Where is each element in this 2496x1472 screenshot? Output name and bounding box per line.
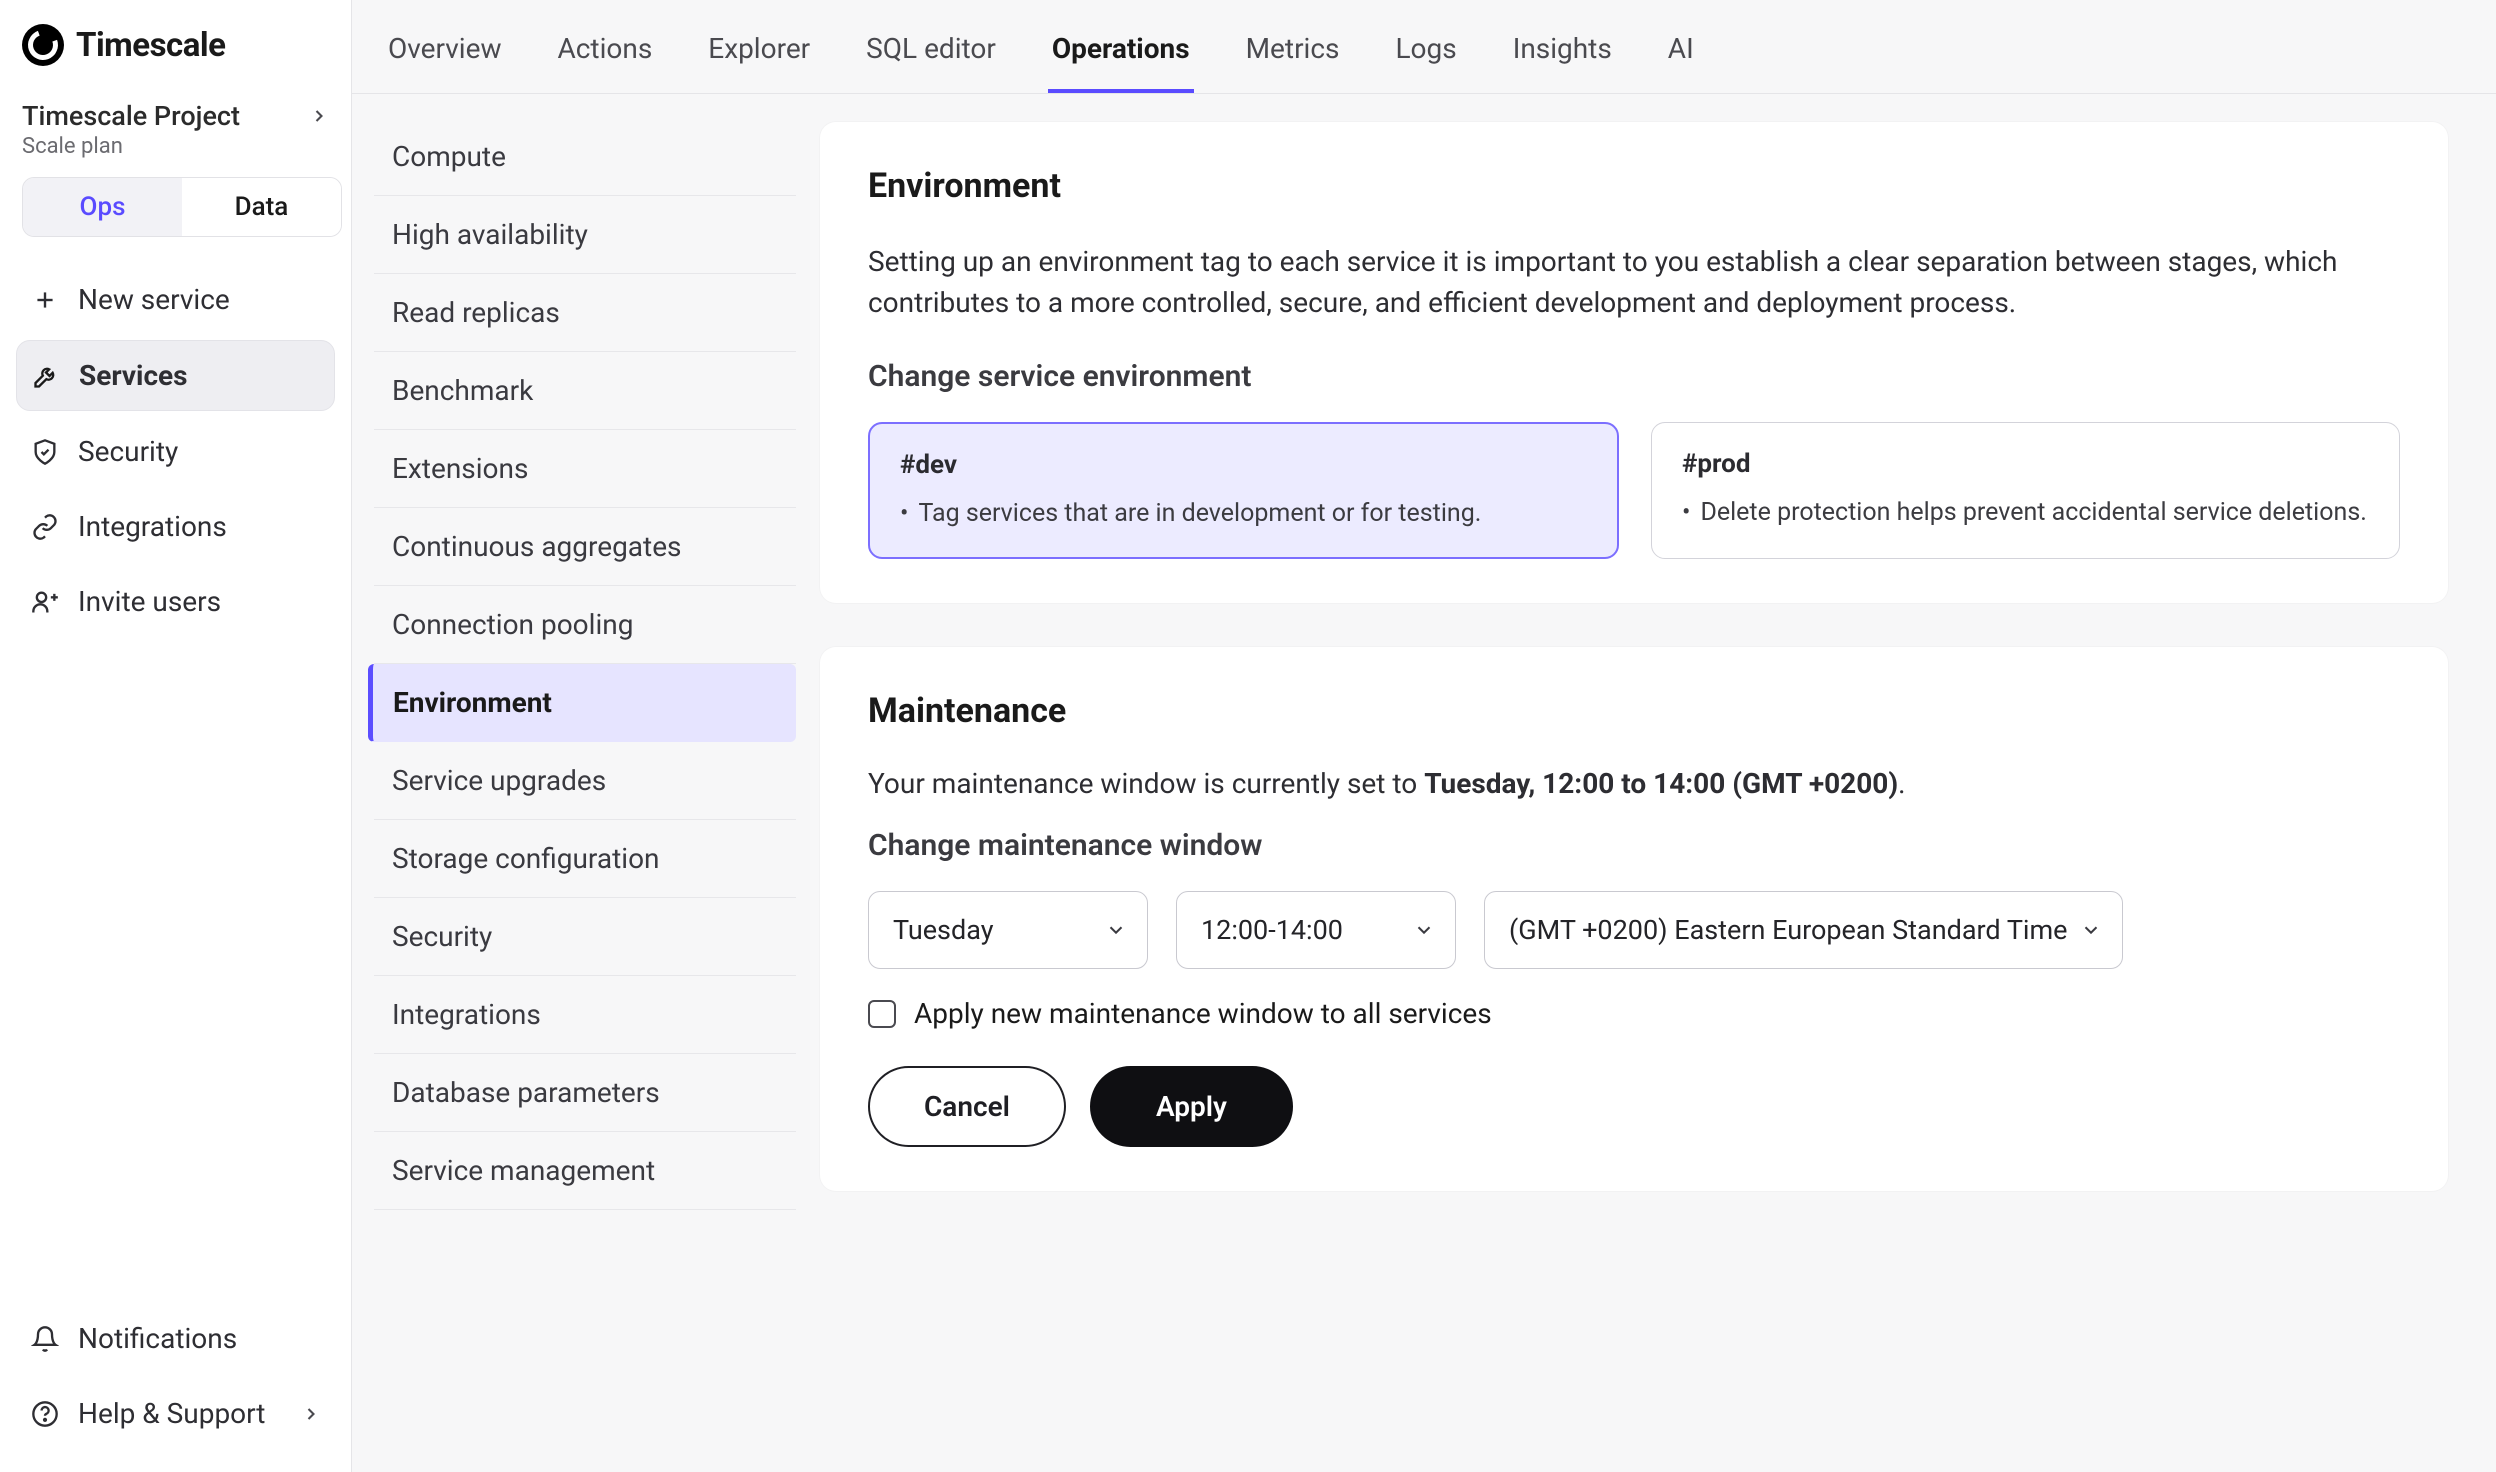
brand-logo-icon bbox=[22, 24, 64, 66]
link-icon bbox=[30, 512, 60, 542]
mode-toggle: Ops Data bbox=[22, 177, 342, 237]
sidebar: Timescale Timescale Project Scale plan O… bbox=[0, 0, 352, 1472]
chevron-down-icon bbox=[2080, 919, 2102, 941]
environment-card: Environment Setting up an environment ta… bbox=[820, 122, 2448, 603]
sidebar-item-services[interactable]: Services bbox=[16, 340, 335, 411]
subnav-benchmark[interactable]: Benchmark bbox=[374, 352, 796, 430]
brand: Timescale bbox=[16, 24, 335, 94]
new-service-label: New service bbox=[78, 283, 230, 316]
change-environment-heading: Change service environment bbox=[868, 359, 2400, 394]
tab-logs[interactable]: Logs bbox=[1391, 22, 1460, 93]
project-name: Timescale Project bbox=[22, 100, 240, 132]
env-dev-desc: Tag services that are in development or … bbox=[900, 496, 1587, 531]
tab-overview[interactable]: Overview bbox=[384, 22, 506, 93]
tab-operations[interactable]: Operations bbox=[1048, 22, 1194, 93]
tab-sql-editor[interactable]: SQL editor bbox=[862, 22, 1000, 93]
maintenance-heading: Maintenance bbox=[868, 691, 2400, 731]
brand-name: Timescale bbox=[76, 26, 225, 65]
tabs: Overview Actions Explorer SQL editor Ope… bbox=[352, 0, 2496, 94]
bell-icon bbox=[30, 1324, 60, 1354]
change-maintenance-heading: Change maintenance window bbox=[868, 828, 2400, 863]
environment-description: Setting up an environment tag to each se… bbox=[868, 242, 2400, 323]
maintenance-current-prefix: Your maintenance window is currently set… bbox=[868, 767, 1424, 800]
mode-ops-button[interactable]: Ops bbox=[23, 178, 182, 236]
tab-actions[interactable]: Actions bbox=[554, 22, 657, 93]
maintenance-card: Maintenance Your maintenance window is c… bbox=[820, 647, 2448, 1191]
maintenance-day-select[interactable]: Tuesday bbox=[868, 891, 1148, 969]
chevron-right-icon bbox=[309, 106, 329, 126]
subnav-connection-pooling[interactable]: Connection pooling bbox=[374, 586, 796, 664]
sidebar-item-label: Security bbox=[78, 435, 178, 468]
sidebar-item-label: Invite users bbox=[78, 585, 221, 618]
maintenance-current: Your maintenance window is currently set… bbox=[868, 767, 2400, 800]
tab-explorer[interactable]: Explorer bbox=[704, 22, 814, 93]
env-option-prod[interactable]: #prod Delete protection helps prevent ac… bbox=[1651, 422, 2400, 559]
help-label: Help & Support bbox=[78, 1397, 265, 1430]
sidebar-item-security[interactable]: Security bbox=[16, 417, 335, 486]
project-plan: Scale plan bbox=[16, 132, 335, 177]
main: Overview Actions Explorer SQL editor Ope… bbox=[352, 0, 2496, 1472]
operations-subnav: Compute High availability Read replicas … bbox=[352, 94, 812, 1472]
subnav-integrations[interactable]: Integrations bbox=[374, 976, 796, 1054]
shield-icon bbox=[30, 437, 60, 467]
sidebar-notifications[interactable]: Notifications bbox=[16, 1304, 335, 1373]
maintenance-current-suffix: . bbox=[1898, 767, 1905, 800]
subnav-database-parameters[interactable]: Database parameters bbox=[374, 1054, 796, 1132]
subnav-extensions[interactable]: Extensions bbox=[374, 430, 796, 508]
maintenance-time-value: 12:00-14:00 bbox=[1201, 914, 1343, 946]
apply-all-checkbox[interactable]: Apply new maintenance window to all serv… bbox=[868, 997, 2400, 1030]
help-icon bbox=[30, 1399, 60, 1429]
subnav-compute[interactable]: Compute bbox=[374, 118, 796, 196]
chevron-down-icon bbox=[1105, 919, 1127, 941]
maintenance-time-select[interactable]: 12:00-14:00 bbox=[1176, 891, 1456, 969]
project-selector[interactable]: Timescale Project bbox=[16, 94, 335, 132]
cancel-button[interactable]: Cancel bbox=[868, 1066, 1066, 1147]
plus-icon bbox=[30, 285, 60, 315]
subnav-storage-configuration[interactable]: Storage configuration bbox=[374, 820, 796, 898]
notifications-label: Notifications bbox=[78, 1322, 237, 1355]
subnav-security[interactable]: Security bbox=[374, 898, 796, 976]
env-option-dev[interactable]: #dev Tag services that are in developmen… bbox=[868, 422, 1619, 559]
sidebar-item-label: Integrations bbox=[78, 510, 227, 543]
wrench-icon bbox=[31, 361, 61, 391]
apply-button[interactable]: Apply bbox=[1090, 1066, 1293, 1147]
sidebar-item-label: Services bbox=[79, 359, 188, 392]
maintenance-tz-value: (GMT +0200) Eastern European Standard Ti… bbox=[1509, 914, 2068, 946]
sidebar-help[interactable]: Help & Support bbox=[16, 1379, 335, 1448]
tab-ai[interactable]: AI bbox=[1664, 22, 1698, 93]
chevron-right-icon bbox=[301, 1404, 321, 1424]
chevron-down-icon bbox=[1413, 919, 1435, 941]
subnav-continuous-aggregates[interactable]: Continuous aggregates bbox=[374, 508, 796, 586]
tab-insights[interactable]: Insights bbox=[1509, 22, 1616, 93]
subnav-high-availability[interactable]: High availability bbox=[374, 196, 796, 274]
env-dev-tag: #dev bbox=[900, 450, 1587, 480]
env-prod-desc: Delete protection helps prevent accident… bbox=[1682, 495, 2369, 530]
subnav-read-replicas[interactable]: Read replicas bbox=[374, 274, 796, 352]
subnav-service-upgrades[interactable]: Service upgrades bbox=[374, 742, 796, 820]
apply-all-label: Apply new maintenance window to all serv… bbox=[914, 997, 1492, 1030]
env-prod-tag: #prod bbox=[1682, 449, 2369, 479]
new-service-button[interactable]: New service bbox=[16, 265, 335, 334]
mode-data-button[interactable]: Data bbox=[182, 178, 341, 236]
sidebar-item-integrations[interactable]: Integrations bbox=[16, 492, 335, 561]
environment-heading: Environment bbox=[868, 166, 2400, 206]
panels: Environment Setting up an environment ta… bbox=[812, 94, 2496, 1472]
subnav-service-management[interactable]: Service management bbox=[374, 1132, 796, 1210]
maintenance-tz-select[interactable]: (GMT +0200) Eastern European Standard Ti… bbox=[1484, 891, 2123, 969]
users-icon bbox=[30, 587, 60, 617]
maintenance-current-value: Tuesday, 12:00 to 14:00 (GMT +0200) bbox=[1424, 767, 1898, 800]
tab-metrics[interactable]: Metrics bbox=[1242, 22, 1344, 93]
maintenance-day-value: Tuesday bbox=[893, 914, 994, 946]
checkbox-icon bbox=[868, 1000, 896, 1028]
subnav-environment[interactable]: Environment bbox=[368, 664, 796, 742]
sidebar-item-invite-users[interactable]: Invite users bbox=[16, 567, 335, 636]
